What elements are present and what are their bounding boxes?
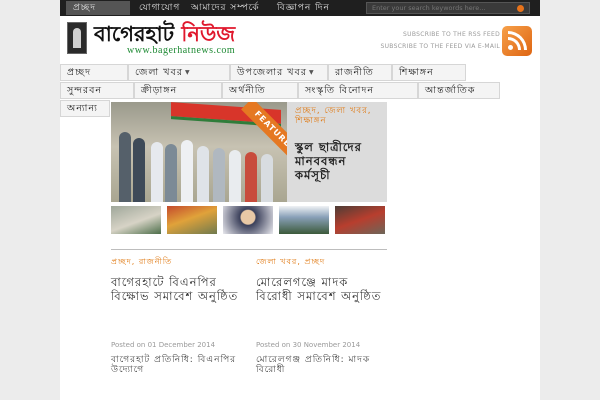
post-1-date: Posted on 01 December 2014 <box>111 341 216 349</box>
logo-icon[interactable] <box>67 22 87 54</box>
featured-title[interactable]: স্কুল ছাত্রীদের মানববন্ধন কর্মসূচী <box>295 140 385 182</box>
search-icon[interactable] <box>517 5 524 12</box>
content-divider <box>111 249 387 250</box>
top-nav-advertise[interactable]: বিজ্ঞাপন দিন <box>270 1 354 15</box>
top-bar: প্রচ্ছদ যোগাযোগ আমাদের সম্পর্কে বিজ্ঞাপন… <box>60 0 540 16</box>
nav-economy[interactable]: অর্থনীতি <box>222 82 298 99</box>
post-1-title[interactable]: বাগেরহাটে বিএনপির বিক্ষোভ সমাবেশ অনুষ্ঠি… <box>111 275 241 303</box>
site-logo-title[interactable]: বাগেরহাট নিউজ <box>94 21 235 47</box>
nav-upazila-news-label: উপজেলার খবর <box>237 67 307 78</box>
featured-categories[interactable]: প্রচ্ছদ, জেলা খবর, শিক্ষাঙ্গন <box>295 106 383 126</box>
nav-sports[interactable]: ক্রীড়াঙ্গন <box>134 82 222 99</box>
post-2-date: Posted on 30 November 2014 <box>256 341 361 349</box>
post-1-category[interactable]: প্রচ্ছদ, রাজনীতি <box>111 257 239 266</box>
nav-politics[interactable]: রাজনীতি <box>328 64 392 81</box>
nav-sundarban[interactable]: সুন্দরবন <box>60 82 134 99</box>
nav-education[interactable]: শিক্ষাঙ্গন <box>392 64 466 81</box>
site-url: www.bagerhatnews.com <box>127 45 236 56</box>
featured-slider[interactable]: FEATURED প্রচ্ছদ, জেলা খবর, শিক্ষাঙ্গন স… <box>111 102 387 202</box>
rss-icon[interactable] <box>502 26 532 56</box>
nav-home[interactable]: প্রচ্ছদ <box>60 64 128 81</box>
top-nav-home[interactable]: প্রচ্ছদ <box>66 1 130 15</box>
post-1-excerpt: বাগেরহাট প্রতিনিধি: বিএনপির উদ্যোগে <box>111 355 237 375</box>
nav-district-news[interactable]: জেলা খবর ▼ <box>128 64 230 81</box>
slider-thumbnail-3[interactable] <box>223 206 273 234</box>
nav-others[interactable]: অন্যান্য <box>60 100 110 117</box>
subscribe-rss-link[interactable]: SUBSCRIBE TO THE RSS FEED <box>403 31 500 38</box>
slider-thumbnail-4[interactable] <box>279 206 329 234</box>
page-container: বাগেরহাট নিউজ www.bagerhatnews.com SUBSC… <box>60 16 540 400</box>
chevron-down-icon: ▼ <box>309 69 315 76</box>
post-2-title[interactable]: মোরেলগঞ্জে মাদক বিরোধী সমাবেশ অনুষ্ঠিত <box>256 275 386 303</box>
logo-title-part2: নিউজ <box>181 21 236 46</box>
post-2-category[interactable]: জেলা খবর, প্রচ্ছদ <box>256 257 384 266</box>
slider-thumbnail-1[interactable] <box>111 206 161 234</box>
chevron-down-icon: ▼ <box>184 69 191 76</box>
post-2-excerpt: মোরেলগঞ্জ প্রতিনিধি: মাদক বিরোধী <box>256 355 371 375</box>
nav-district-news-label: জেলা খবর <box>135 67 183 78</box>
nav-upazila-news[interactable]: উপজেলার খবর ▼ <box>230 64 328 81</box>
search-input[interactable] <box>366 2 530 14</box>
subscribe-email-link[interactable]: SUBSCRIBE TO THE FEED VIA E-MAIL <box>380 43 500 50</box>
top-nav-about[interactable]: আমাদের সম্পর্কে <box>184 1 268 15</box>
top-nav-contact[interactable]: যোগাযোগ <box>132 1 180 15</box>
featured-image[interactable]: FEATURED <box>111 102 287 202</box>
slider-thumbnail-5[interactable] <box>335 206 385 234</box>
nav-culture-entertainment[interactable]: সংস্কৃতি বিনোদন <box>298 82 418 99</box>
nav-international[interactable]: আন্তর্জাতিক <box>418 82 500 99</box>
slider-thumbnail-2[interactable] <box>167 206 217 234</box>
logo-title-part1: বাগেরহাট <box>94 21 175 46</box>
